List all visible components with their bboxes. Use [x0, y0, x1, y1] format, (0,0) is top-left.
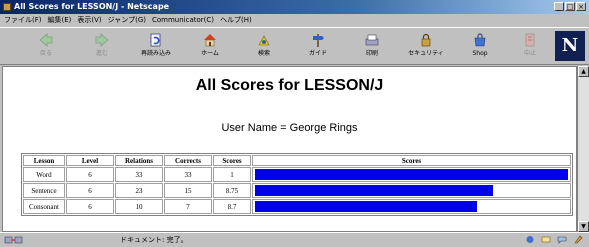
menu-file[interactable]: ファイル(F) — [4, 14, 42, 27]
forward-arrow-icon — [95, 33, 109, 47]
close-button[interactable]: × — [576, 2, 586, 11]
cell-score-bar — [252, 167, 571, 182]
cell-corrects: 15 — [164, 183, 212, 198]
header-scores: Scores — [213, 155, 251, 166]
forward-button[interactable]: 進む — [82, 30, 122, 62]
menu-view[interactable]: 表示(V) — [77, 14, 101, 27]
status-bar: ドキュメント: 完了。 — [0, 232, 589, 247]
security-button[interactable]: セキュリティ — [406, 30, 446, 62]
cell-level: 6 — [66, 199, 114, 214]
page-content: All Scores for LESSON/J User Name = Geor… — [2, 66, 577, 232]
navigation-toolbar: 戻る 進む 再読み込み ホーム 検索 ガイド 印刷 セキュリティ Shop 中止… — [0, 27, 589, 65]
cell-level: 6 — [66, 167, 114, 182]
cell-score: 8.7 — [213, 199, 251, 214]
search-button[interactable]: 検索 — [244, 30, 284, 62]
menu-bar: ファイル(F) 編集(E) 表示(V) ジャンプ(G) Communicator… — [0, 14, 589, 27]
menu-help[interactable]: ヘルプ(H) — [220, 14, 252, 27]
header-corrects: Corrects — [164, 155, 212, 166]
cell-corrects: 7 — [164, 199, 212, 214]
score-bar — [255, 201, 478, 212]
reload-button[interactable]: 再読み込み — [136, 30, 176, 62]
stop-icon — [525, 33, 535, 47]
mail-icon[interactable] — [541, 235, 551, 244]
home-button[interactable]: ホーム — [190, 30, 230, 62]
cell-relations: 33 — [115, 167, 163, 182]
cell-score: 8.75 — [213, 183, 251, 198]
table-row: Word 6 33 33 1 — [23, 167, 571, 182]
home-icon — [204, 34, 216, 47]
status-text: ドキュメント: 完了。 — [120, 236, 188, 244]
user-name-line: User Name = George Rings — [221, 122, 358, 134]
search-icon — [258, 35, 270, 46]
cell-lesson: Word — [23, 167, 65, 182]
back-arrow-icon — [39, 33, 53, 47]
stop-button[interactable]: 中止 — [510, 30, 550, 62]
page-title: All Scores for LESSON/J — [195, 77, 384, 94]
navigator-icon[interactable] — [525, 235, 535, 244]
cell-score-bar — [252, 183, 571, 198]
header-lesson: Lesson — [23, 155, 65, 166]
table-row: Consonant 6 10 7 8.7 — [23, 199, 571, 214]
score-bar — [255, 185, 493, 196]
discussion-icon[interactable] — [557, 235, 567, 244]
table-row: Sentence 6 23 15 8.75 — [23, 183, 571, 198]
cell-score-bar — [252, 199, 571, 214]
composer-icon[interactable] — [573, 235, 583, 244]
header-relations: Relations — [115, 155, 163, 166]
menu-edit[interactable]: 編集(E) — [48, 14, 72, 27]
security-lock-icon — [421, 33, 431, 47]
scores-table: Lesson Level Relations Corrects Scores S… — [21, 153, 573, 216]
connection-status-icon — [4, 236, 23, 244]
back-button[interactable]: 戻る — [26, 30, 66, 62]
scroll-up-arrow-icon[interactable]: ▲ — [578, 66, 589, 77]
vertical-scrollbar[interactable]: ▲ ▼ — [577, 66, 589, 232]
netscape-app-icon[interactable] — [3, 3, 11, 11]
title-bar: All Scores for LESSON/J - Netscape _ □ × — [0, 0, 589, 14]
shopping-bag-icon — [474, 33, 486, 47]
printer-icon — [365, 34, 379, 46]
scroll-down-arrow-icon[interactable]: ▼ — [578, 221, 589, 232]
cell-relations: 10 — [115, 199, 163, 214]
menu-communicator[interactable]: Communicator(C) — [152, 14, 214, 27]
component-bar — [525, 235, 583, 244]
cell-corrects: 33 — [164, 167, 212, 182]
cell-level: 6 — [66, 183, 114, 198]
table-header-row: Lesson Level Relations Corrects Scores S… — [23, 155, 571, 166]
header-scores-bar: Scores — [252, 155, 571, 166]
cell-relations: 23 — [115, 183, 163, 198]
header-level: Level — [66, 155, 114, 166]
maximize-button[interactable]: □ — [565, 2, 575, 11]
score-bar — [255, 169, 568, 180]
cell-lesson: Sentence — [23, 183, 65, 198]
minimize-button[interactable]: _ — [554, 2, 564, 11]
window-title: All Scores for LESSON/J - Netscape — [14, 2, 170, 11]
reload-icon — [150, 33, 161, 47]
cell-lesson: Consonant — [23, 199, 65, 214]
shop-button[interactable]: Shop — [460, 30, 500, 62]
netscape-logo[interactable]: N — [555, 31, 585, 61]
guide-signpost-icon — [313, 34, 324, 47]
menu-go[interactable]: ジャンプ(G) — [108, 14, 146, 27]
cell-score: 1 — [213, 167, 251, 182]
guide-button[interactable]: ガイド — [298, 30, 338, 62]
print-button[interactable]: 印刷 — [352, 30, 392, 62]
